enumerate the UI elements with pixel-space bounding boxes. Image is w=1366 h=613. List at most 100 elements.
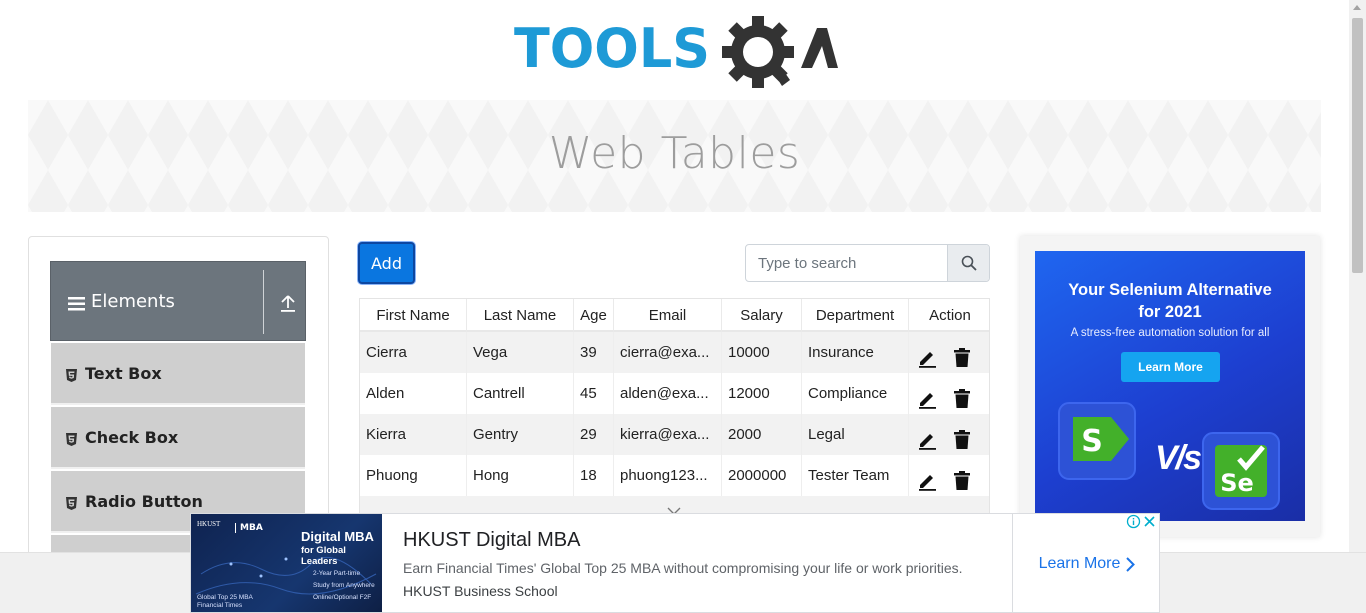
- ad-title-line-1: Your Selenium Alternative: [1068, 281, 1272, 299]
- divider: [263, 270, 264, 334]
- cell-first-name: Alden: [360, 373, 467, 414]
- cell-first-name: Kierra: [360, 414, 467, 455]
- cell-email: phuong123...: [614, 455, 722, 496]
- cell-department: Tester Team: [802, 455, 909, 496]
- add-button[interactable]: Add: [358, 242, 415, 284]
- web-table: First Name Last Name Age Email Salary De…: [359, 298, 990, 514]
- sidebar-group-elements[interactable]: Elements: [50, 261, 306, 341]
- chevron-down-icon[interactable]: [667, 500, 681, 513]
- right-ad[interactable]: Your Selenium Alternative for 2021 A str…: [1020, 236, 1320, 537]
- ad-thumbnail[interactable]: HKUST MBA Digital MBA for Global Leaders…: [191, 514, 382, 612]
- collapse-icon[interactable]: [280, 295, 296, 317]
- cell-last-name: Gentry: [467, 414, 574, 455]
- hkust-crest: HKUST: [197, 520, 221, 528]
- sidebar-group-title: Elements: [91, 291, 175, 312]
- column-header-age[interactable]: Age: [574, 299, 614, 332]
- chevron-right-icon: [1126, 556, 1136, 572]
- column-header-last-name[interactable]: Last Name: [467, 299, 574, 332]
- table-row: Alden Cantrell 45 alden@exa... 12000 Com…: [360, 373, 989, 414]
- table-row: Phuong Hong 18 phuong123... 2000000 Test…: [360, 455, 989, 496]
- cell-age: 45: [574, 373, 614, 414]
- thumb-point: Study from Anywhere: [313, 582, 375, 589]
- edit-icon[interactable]: [917, 466, 937, 496]
- cell-last-name: Vega: [467, 332, 574, 373]
- cell-last-name: Hong: [467, 455, 574, 496]
- cell-department: Compliance: [802, 373, 909, 414]
- sidebar-item-check-box[interactable]: Check Box: [51, 407, 305, 469]
- cell-first-name: Phuong: [360, 455, 467, 496]
- delete-icon[interactable]: [953, 466, 971, 496]
- info-icon[interactable]: [1126, 514, 1141, 529]
- column-header-salary[interactable]: Salary: [722, 299, 802, 332]
- sidebar-item-label: Radio Button: [85, 492, 203, 511]
- ad-banner[interactable]: Your Selenium Alternative for 2021 A str…: [1035, 251, 1305, 521]
- cell-department: Insurance: [802, 332, 909, 373]
- vs-text: V/s: [1155, 439, 1202, 477]
- thumb-point: 2-Year Part-time: [313, 570, 361, 577]
- cell-action: [909, 414, 989, 455]
- delete-icon[interactable]: [953, 343, 971, 373]
- edit-icon[interactable]: [917, 343, 937, 373]
- katalon-letter: S: [1081, 424, 1103, 459]
- table-footer: [360, 496, 989, 513]
- thumb-footer-line: Financial Times: [197, 602, 243, 609]
- ad-headline[interactable]: HKUST Digital MBA: [403, 529, 580, 552]
- column-header-action: Action: [929, 307, 971, 324]
- cell-email: alden@exa...: [614, 373, 722, 414]
- ad-choices[interactable]: [1126, 514, 1157, 529]
- cell-email: kierra@exa...: [614, 414, 722, 455]
- page-title: Web Tables: [548, 128, 801, 179]
- learn-more-label: Learn More: [1038, 555, 1121, 572]
- search-icon: [961, 255, 977, 271]
- cell-age: 18: [574, 455, 614, 496]
- selenium-letters: Se: [1220, 469, 1254, 497]
- bottom-ad[interactable]: HKUST MBA Digital MBA for Global Leaders…: [190, 513, 1160, 613]
- delete-icon[interactable]: [953, 425, 971, 455]
- katalon-logo-icon: S: [1058, 402, 1136, 480]
- thumb-subtitle: for Global Leaders: [301, 545, 346, 567]
- column-header-email[interactable]: Email: [614, 299, 722, 332]
- toolsqa-logo[interactable]: TOOLS: [514, 16, 838, 92]
- cell-age: 39: [574, 332, 614, 373]
- mba-tag: MBA: [235, 523, 263, 533]
- search-input[interactable]: [746, 245, 949, 281]
- close-icon[interactable]: [1142, 514, 1157, 529]
- cell-salary: 2000000: [722, 455, 802, 496]
- scrollbar-thumb[interactable]: [1352, 18, 1363, 273]
- column-header-first-name[interactable]: First Name: [360, 299, 467, 332]
- sidebar-item-text-box[interactable]: Text Box: [51, 343, 305, 405]
- cell-department: Legal: [802, 414, 909, 455]
- ad-title-line-2: for 2021: [1138, 303, 1202, 321]
- cell-action: [909, 332, 989, 373]
- delete-icon[interactable]: [953, 384, 971, 414]
- cell-action: [909, 373, 989, 414]
- table-header: First Name Last Name Age Email Salary De…: [360, 299, 989, 332]
- ad-source: HKUST Business School: [403, 583, 558, 599]
- page-scrollbar[interactable]: [1349, 0, 1366, 552]
- edit-icon[interactable]: [917, 425, 937, 455]
- cell-age: 29: [574, 414, 614, 455]
- cell-action: [909, 455, 989, 496]
- thumb-point: Online/Optional F2F: [313, 594, 372, 601]
- edit-icon[interactable]: [917, 384, 937, 414]
- search-box: [745, 244, 990, 282]
- table-row: Kierra Gentry 29 kierra@exa... 2000 Lega…: [360, 414, 989, 455]
- html5-icon: [66, 367, 77, 386]
- ad-description: Earn Financial Times' Global Top 25 MBA …: [403, 560, 963, 576]
- thumb-footer: Global Top 25 MBA Financial Times: [197, 594, 253, 610]
- svg-text:TOOLS: TOOLS: [514, 17, 710, 80]
- html5-icon: [66, 495, 77, 514]
- thumb-footer-line: Global Top 25 MBA: [197, 594, 253, 601]
- selenium-logo-icon: Se: [1202, 432, 1280, 510]
- scroll-up-arrow-icon[interactable]: [1353, 5, 1361, 10]
- thumb-title: Digital MBA: [301, 529, 374, 544]
- table-row: Cierra Vega 39 cierra@exa... 10000 Insur…: [360, 332, 989, 373]
- hamburger-icon: [68, 296, 85, 315]
- column-header-department[interactable]: Department: [802, 299, 909, 332]
- search-button[interactable]: [947, 245, 989, 281]
- page: TOOLS Web Tables Elements Text Box Check…: [0, 0, 1366, 613]
- sidebar-item-label: Text Box: [85, 364, 162, 383]
- ad-learn-more-button[interactable]: Learn More: [1121, 352, 1220, 382]
- cell-last-name: Cantrell: [467, 373, 574, 414]
- ad-title: Your Selenium Alternative for 2021: [1035, 279, 1305, 323]
